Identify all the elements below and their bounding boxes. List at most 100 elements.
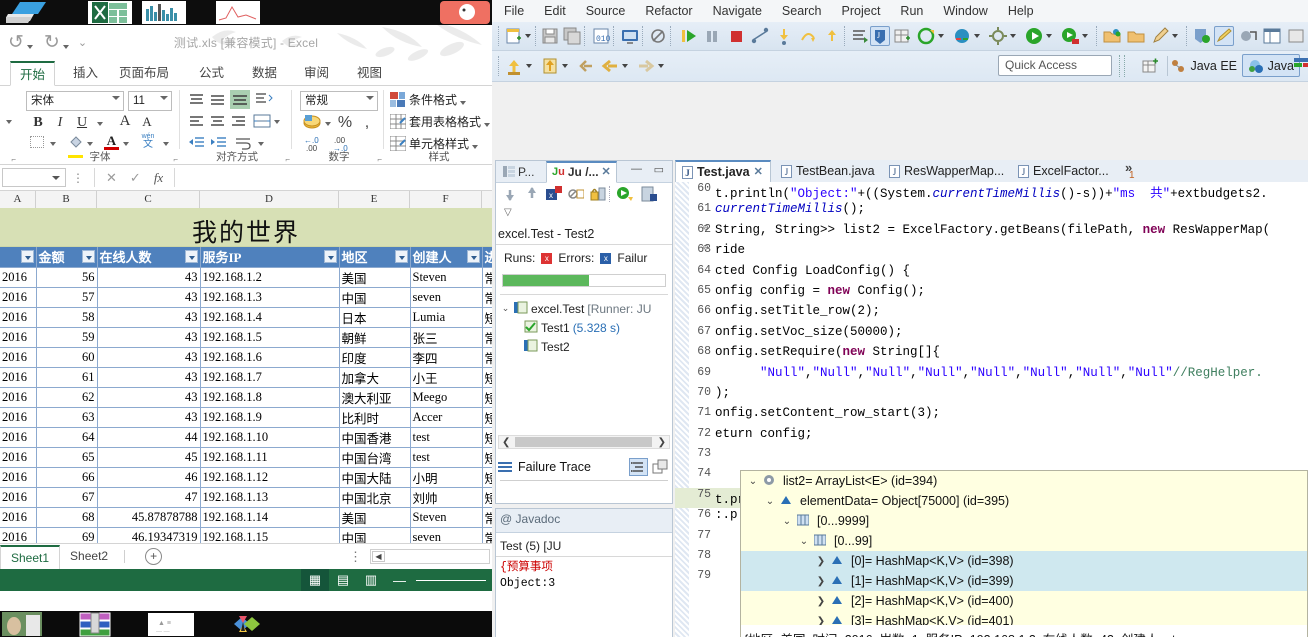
cell-online[interactable]: 46 <box>97 467 201 488</box>
col-header-extra[interactable]: 进 <box>482 247 492 268</box>
cell-time[interactable]: 2016 <box>0 427 37 448</box>
editor-tab-testbean[interactable]: J TestBean.java <box>775 160 881 182</box>
code-line-65[interactable]: 65 onfig config = new Config(); <box>675 284 1308 304</box>
run-external-tools-icon[interactable] <box>1060 26 1080 46</box>
cell-extra[interactable]: 短 <box>482 467 492 488</box>
cell-ip[interactable]: 192.168.1.5 <box>200 327 340 348</box>
column-header-F[interactable]: F <box>410 191 482 208</box>
build-icon[interactable]: 010 <box>591 26 611 46</box>
run-icon[interactable] <box>1024 26 1044 46</box>
cell-extra[interactable]: 短 <box>482 407 492 428</box>
menu-source[interactable]: Source <box>586 4 626 18</box>
desktop-icon-barchart[interactable] <box>142 1 186 24</box>
perspective-more-icon[interactable] <box>1294 56 1308 79</box>
cell-region[interactable]: 澳大利亚 <box>339 387 411 408</box>
cell-creator[interactable]: 张三 <box>410 327 483 348</box>
edit-pencil-icon[interactable] <box>1150 26 1170 46</box>
run-chevron-icon[interactable] <box>1046 34 1052 38</box>
cell-online[interactable]: 45 <box>97 447 201 468</box>
cell-online[interactable]: 46.19347319 <box>97 527 201 543</box>
editor-tab-test[interactable]: J Test.java ✕ <box>675 160 771 182</box>
col-header-service-ip[interactable]: 服务IP <box>200 247 340 268</box>
code-line-66[interactable]: 66 onfig.setTitle_row(2); <box>675 304 1308 324</box>
cell-extra[interactable]: 常 <box>482 507 492 528</box>
search-type-icon[interactable] <box>1192 26 1212 46</box>
insert-function-icon[interactable]: fx <box>154 170 163 186</box>
cell-region[interactable]: 比利时 <box>339 407 411 428</box>
code-line-62[interactable]: 62 ⊖ String, String>> list2 = ExcelFactory… <box>675 223 1308 243</box>
menu-window[interactable]: Window <box>943 4 987 18</box>
table-row[interactable]: 20165643192.168.1.2美国Steven常 <box>0 267 492 288</box>
alignment-dialog-launcher[interactable]: ⌐ <box>285 155 290 164</box>
menu-project[interactable]: Project <box>842 4 881 18</box>
cell-time[interactable]: 2016 <box>0 327 37 348</box>
cell-amount[interactable]: 69 <box>36 527 98 543</box>
currency-button[interactable] <box>302 114 322 136</box>
comma-button[interactable]: , <box>358 114 376 132</box>
cell-amount[interactable]: 62 <box>36 387 98 408</box>
code-line-61[interactable]: 61 currentTimeMillis(); <box>675 202 1308 222</box>
font-color-dropdown-icon[interactable] <box>123 142 129 146</box>
wrap-dropdown-icon[interactable] <box>258 142 264 146</box>
cell-extra[interactable]: 短 <box>482 367 492 388</box>
col-header-creator[interactable]: 创建人 <box>410 247 483 268</box>
cell-online[interactable]: 43 <box>97 307 201 328</box>
currency-dropdown-icon[interactable] <box>325 122 331 126</box>
orientation-button[interactable] <box>254 91 274 113</box>
number-format-chevron-icon[interactable] <box>366 96 374 100</box>
name-box[interactable] <box>2 168 66 187</box>
cell-online[interactable]: 43 <box>97 367 201 388</box>
toggle-step-filters-icon[interactable] <box>850 26 870 46</box>
code-line-71[interactable]: 71 onfig.setContent_row_start(3); <box>675 406 1308 426</box>
perspective-grip[interactable] <box>1119 55 1125 77</box>
cell-ip[interactable]: 192.168.1.8 <box>200 387 340 408</box>
cell-time[interactable]: 2016 <box>0 507 37 528</box>
rerun-failed-icon[interactable] <box>640 185 658 208</box>
step-into-icon[interactable] <box>774 26 794 46</box>
resume-icon[interactable] <box>678 26 698 46</box>
underline-dropdown-icon[interactable] <box>97 122 103 126</box>
cell-creator[interactable]: Steven <box>410 267 483 288</box>
cell-amount[interactable]: 61 <box>36 367 98 388</box>
cell-ip[interactable]: 192.168.1.15 <box>200 527 340 543</box>
align-top-button[interactable] <box>188 92 205 113</box>
show-view-icon[interactable] <box>1262 26 1282 46</box>
taskbar-icon-winrar[interactable] <box>74 612 116 637</box>
accept-formula-icon[interactable]: ✓ <box>130 170 141 186</box>
junit-scroll-thumb[interactable] <box>515 437 652 447</box>
code-line-68[interactable]: 68 onfig.setRequire(new String[]{ <box>675 345 1308 365</box>
cell-region[interactable]: 印度 <box>339 347 411 368</box>
menu-edit[interactable]: Edit <box>544 4 566 18</box>
cell-amount[interactable]: 68 <box>36 507 98 528</box>
terminate-icon[interactable] <box>726 26 746 46</box>
annotate-icon[interactable] <box>1214 26 1234 46</box>
console-icon[interactable] <box>620 26 640 46</box>
cell-creator[interactable]: 小明 <box>410 467 483 488</box>
menu-help[interactable]: Help <box>1008 4 1034 18</box>
table-row[interactable]: 20166946.19347319192.168.1.15中国seven常 <box>0 527 492 543</box>
cell-time[interactable]: 2016 <box>0 527 37 543</box>
cell-online[interactable]: 43 <box>97 327 201 348</box>
taskbar-icon-document[interactable]: ▲ ≡ — — <box>148 613 194 636</box>
bold-button[interactable]: B <box>30 115 46 131</box>
debug-tree-row[interactable]: ⌄ [0...9999] <box>741 511 1307 531</box>
debug-row-chevron-icon[interactable]: ⌄ <box>798 536 810 547</box>
perspective-java-ee[interactable]: Java EE <box>1165 54 1242 77</box>
cell-region[interactable]: 日本 <box>339 307 411 328</box>
cell-ip[interactable]: 192.168.1.11 <box>200 447 340 468</box>
font-name-combo[interactable]: 宋体 <box>26 91 124 111</box>
next-failure-icon[interactable] <box>502 185 518 208</box>
menu-file[interactable]: File <box>504 4 524 18</box>
cell-time[interactable]: 2016 <box>0 287 37 308</box>
align-right-button[interactable] <box>230 114 247 135</box>
disconnect-icon[interactable] <box>750 26 770 46</box>
cell-creator[interactable]: Lumia <box>410 307 483 328</box>
junit-tree-test1[interactable]: Test1 (5.328 s) <box>496 318 672 337</box>
open-folder-icon[interactable] <box>1102 26 1122 46</box>
forward-chevron-icon[interactable] <box>658 64 664 68</box>
cell-region[interactable]: 美国 <box>339 267 411 288</box>
debug-tree-row[interactable]: ❯ [1]= HashMap<K,V> (id=399) <box>741 571 1307 591</box>
tab-javadoc[interactable]: @ Javadoc <box>500 512 560 526</box>
clipboard-dropdown-icon[interactable] <box>6 120 12 124</box>
code-line-73[interactable]: 73 <box>675 447 1308 467</box>
